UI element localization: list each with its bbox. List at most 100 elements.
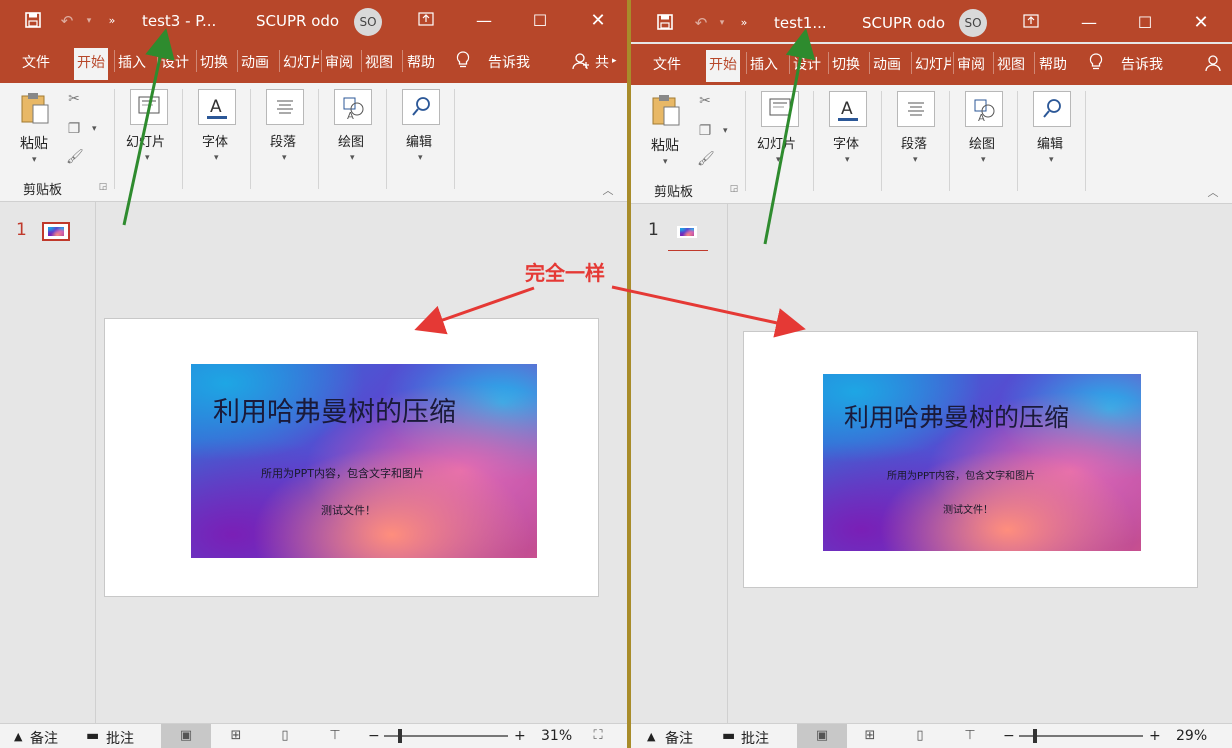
- shapes-icon[interactable]: A: [965, 91, 1003, 127]
- paragraph-icon[interactable]: [897, 91, 935, 127]
- lightbulb-icon[interactable]: [456, 51, 470, 73]
- save-icon[interactable]: [656, 14, 674, 32]
- tab-design[interactable]: 设计: [793, 54, 821, 74]
- tab-insert[interactable]: 插入: [118, 52, 146, 72]
- ribbon-display-icon[interactable]: [1017, 10, 1045, 36]
- new-slide-icon[interactable]: [761, 91, 799, 127]
- collapse-ribbon-icon[interactable]: ︿: [1205, 185, 1221, 201]
- avatar[interactable]: SO: [354, 8, 382, 36]
- font-icon[interactable]: A: [829, 91, 867, 127]
- tab-review[interactable]: 审阅: [957, 54, 985, 74]
- zoom-level[interactable]: 31%: [541, 728, 572, 744]
- slides-button[interactable]: 幻灯片: [126, 131, 165, 150]
- zoom-level[interactable]: 29%: [1176, 728, 1207, 744]
- undo-icon[interactable]: ↶: [692, 14, 710, 32]
- chevron-down-icon[interactable]: ▾: [92, 124, 97, 134]
- tab-help[interactable]: 帮助: [1039, 54, 1067, 74]
- fit-slide-icon[interactable]: ⛶: [589, 728, 607, 744]
- chevron-down-icon[interactable]: ▾: [350, 153, 355, 163]
- tab-file[interactable]: 文件: [22, 52, 50, 72]
- chevron-down-icon[interactable]: ▾: [713, 14, 731, 32]
- chevron-down-icon[interactable]: ▾: [145, 153, 150, 163]
- collapse-ribbon-icon[interactable]: ︿: [600, 183, 616, 199]
- tab-home[interactable]: 开始: [74, 48, 108, 80]
- drawing-button[interactable]: 绘图: [969, 133, 995, 152]
- close-button[interactable]: ✕: [1187, 10, 1215, 36]
- drawing-group[interactable]: A 绘图 ▾: [322, 83, 384, 199]
- slideshow-icon[interactable]: ⊤: [961, 728, 979, 744]
- tell-me-search[interactable]: 告诉我: [488, 52, 530, 72]
- slide-subtitle[interactable]: 所用为PPT内容，包含文字和图片: [261, 465, 424, 481]
- zoom-slider-thumb[interactable]: [1033, 729, 1037, 743]
- new-slide-icon[interactable]: [130, 89, 168, 125]
- slide-body-text[interactable]: 测试文件！: [321, 502, 376, 518]
- maximize-button[interactable]: ☐: [526, 8, 554, 34]
- tab-transitions[interactable]: 切换: [832, 54, 860, 74]
- share-button[interactable]: 共: [595, 52, 609, 72]
- tab-animations[interactable]: 动画: [241, 52, 269, 72]
- zoom-slider-thumb[interactable]: [398, 729, 402, 743]
- chevron-down-icon[interactable]: ▾: [214, 153, 219, 163]
- drawing-group[interactable]: A 绘图 ▾: [953, 85, 1015, 201]
- zoom-out-button[interactable]: −: [1003, 728, 1015, 744]
- zoom-slider[interactable]: [1019, 735, 1143, 737]
- slide-canvas[interactable]: 利用哈弗曼树的压缩 所用为PPT内容，包含文字和图片 测试文件！: [743, 331, 1198, 588]
- close-button[interactable]: ✕: [584, 8, 612, 34]
- tab-design[interactable]: 设计: [161, 52, 189, 72]
- paste-button[interactable]: 粘贴: [20, 133, 48, 153]
- chevron-down-icon[interactable]: ▾: [663, 157, 668, 167]
- font-button[interactable]: 字体: [202, 131, 228, 150]
- editing-button[interactable]: 编辑: [406, 131, 432, 150]
- format-painter-icon[interactable]: 🖌: [66, 149, 84, 165]
- slide-sorter-icon[interactable]: ⊞: [861, 728, 879, 744]
- paragraph-button[interactable]: 段落: [270, 131, 296, 150]
- reading-view-icon[interactable]: ▯: [276, 728, 294, 744]
- slides-group[interactable]: 幻灯片 ▾: [749, 85, 811, 201]
- slide-thumbnail[interactable]: [42, 222, 70, 241]
- slide-title[interactable]: 利用哈弗曼树的压缩: [844, 398, 1069, 434]
- dialog-launcher-icon[interactable]: ◲: [729, 184, 739, 194]
- chevron-down-icon[interactable]: ▾: [32, 155, 37, 165]
- tab-transitions[interactable]: 切换: [200, 52, 228, 72]
- tab-view[interactable]: 视图: [997, 54, 1025, 74]
- slide-body-text[interactable]: 测试文件！: [943, 501, 993, 516]
- tab-home[interactable]: 开始: [706, 50, 740, 82]
- paste-icon[interactable]: [651, 93, 681, 127]
- editing-group[interactable]: 编辑 ▾: [1021, 85, 1083, 201]
- comments-button[interactable]: 批注: [741, 728, 769, 748]
- chevron-down-icon[interactable]: ▾: [981, 155, 986, 165]
- tab-file[interactable]: 文件: [653, 54, 681, 74]
- slide-background-image[interactable]: 利用哈弗曼树的压缩 所用为PPT内容，包含文字和图片 测试文件！: [823, 374, 1141, 551]
- copy-icon[interactable]: ❐: [697, 123, 713, 139]
- slides-group[interactable]: 幻灯片 ▾: [118, 83, 180, 199]
- shapes-icon[interactable]: A: [334, 89, 372, 125]
- copy-icon[interactable]: ❐: [66, 121, 82, 137]
- chevron-down-icon[interactable]: ▾: [913, 155, 918, 165]
- chevron-down-icon[interactable]: ▾: [776, 155, 781, 165]
- font-group[interactable]: A 字体 ▾: [186, 83, 248, 199]
- share-icon[interactable]: [572, 52, 590, 74]
- undo-icon[interactable]: ↶: [58, 12, 76, 30]
- tab-slideshow[interactable]: 幻灯片: [915, 54, 951, 74]
- ribbon-display-icon[interactable]: [412, 8, 440, 34]
- search-icon[interactable]: [402, 89, 440, 125]
- scroll-right-icon[interactable]: ▸: [612, 56, 617, 66]
- font-group[interactable]: A 字体 ▾: [817, 85, 879, 201]
- font-icon[interactable]: A: [198, 89, 236, 125]
- tab-help[interactable]: 帮助: [407, 52, 435, 72]
- chevron-down-icon[interactable]: ▾: [418, 153, 423, 163]
- minimize-button[interactable]: —: [1075, 10, 1103, 36]
- title-bar[interactable]: ↶ ▾ » test3 - P... SCUPR odo SO — ☐ ✕: [0, 0, 627, 42]
- share-icon[interactable]: [1205, 54, 1223, 76]
- tell-me-search[interactable]: 告诉我: [1121, 54, 1163, 74]
- slide-title[interactable]: 利用哈弗曼树的压缩: [213, 390, 456, 429]
- chevron-down-icon[interactable]: ▾: [723, 126, 728, 136]
- more-commands-icon[interactable]: »: [103, 12, 121, 30]
- zoom-slider[interactable]: [384, 735, 508, 737]
- save-icon[interactable]: [24, 12, 42, 30]
- slide-sorter-icon[interactable]: ⊞: [227, 728, 245, 744]
- normal-view-icon[interactable]: ▣: [177, 728, 195, 744]
- editing-button[interactable]: 编辑: [1037, 133, 1063, 152]
- zoom-in-button[interactable]: +: [1149, 728, 1161, 744]
- comments-button[interactable]: 批注: [106, 728, 134, 748]
